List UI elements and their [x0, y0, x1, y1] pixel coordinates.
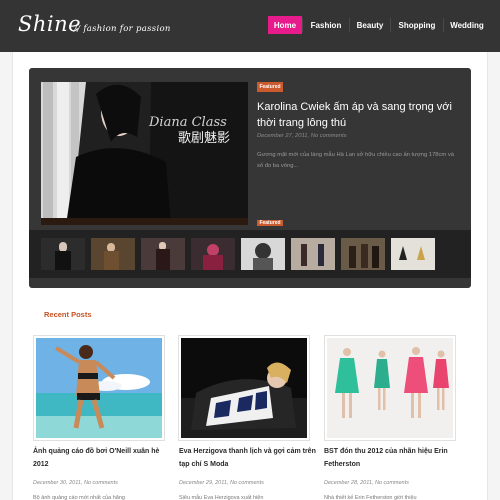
- nav-item-beauty[interactable]: Beauty: [350, 16, 390, 34]
- slider-thumbnail[interactable]: [191, 238, 235, 270]
- site-tagline: // fashion for passion: [74, 24, 171, 34]
- post-title[interactable]: Ảnh quảng cáo đồ bơi O'Neill xuân hè 201…: [33, 446, 173, 471]
- recent-posts-title: Recent Posts: [44, 310, 92, 319]
- nav-item-fashion[interactable]: Fashion: [303, 16, 349, 34]
- post-thumbnail[interactable]: [324, 335, 456, 441]
- slider-thumbnail[interactable]: [241, 238, 285, 270]
- post-thumbnail[interactable]: [178, 335, 310, 441]
- post-excerpt: Nhà thiết kế Erin Fetherston giới thiệu: [324, 495, 417, 500]
- nav-item-wedding[interactable]: Wedding: [444, 16, 490, 34]
- slider-thumbnail[interactable]: [41, 238, 85, 270]
- nav-item-home[interactable]: Home: [268, 16, 302, 34]
- slide-date: December 27, 2011, No comments: [257, 133, 347, 139]
- post-thumbnail[interactable]: [33, 335, 165, 441]
- slide-image-caption-cn: 歌剧魅影: [178, 131, 230, 146]
- site-header: Shine // fashion for passion Home Fashio…: [0, 0, 500, 52]
- slider-thumbnail[interactable]: [91, 238, 135, 270]
- slider-thumbnail[interactable]: [291, 238, 335, 270]
- post-date: December 28, 2011, No comments: [324, 480, 409, 486]
- post-date: December 29, 2011, No comments: [179, 480, 264, 486]
- featured-slide-image[interactable]: Diana Class 歌剧魅影: [41, 82, 248, 225]
- featured-badge: Featured: [257, 82, 283, 92]
- slide-excerpt: Gương mặt mới của làng mẫu Hà Lan sở hữu…: [257, 152, 454, 169]
- nav-item-shopping[interactable]: Shopping: [391, 16, 443, 34]
- post-title[interactable]: Eva Herzigova thanh lịch và gợi cảm trên…: [179, 446, 319, 471]
- slide-image-caption-en: Diana Class: [148, 115, 227, 130]
- site-logo[interactable]: Shine: [18, 12, 81, 36]
- post-date: December 30, 2011, No comments: [33, 480, 118, 486]
- post-excerpt: Bộ ảnh quảng cáo mới nhất của hãng: [33, 495, 125, 500]
- next-featured-badge: Featured: [257, 220, 283, 226]
- slider-thumbnail[interactable]: [391, 238, 435, 270]
- slider-thumbnail[interactable]: [341, 238, 385, 270]
- slide-title[interactable]: Karolina Cwiek ấm áp và sang trọng với t…: [257, 99, 457, 131]
- post-title[interactable]: BST đón thu 2012 của nhãn hiệu Erin Feth…: [324, 446, 464, 471]
- slider-thumbnail[interactable]: [141, 238, 185, 270]
- post-excerpt: Siêu mẫu Eva Herzigova xuất hiện: [179, 495, 264, 500]
